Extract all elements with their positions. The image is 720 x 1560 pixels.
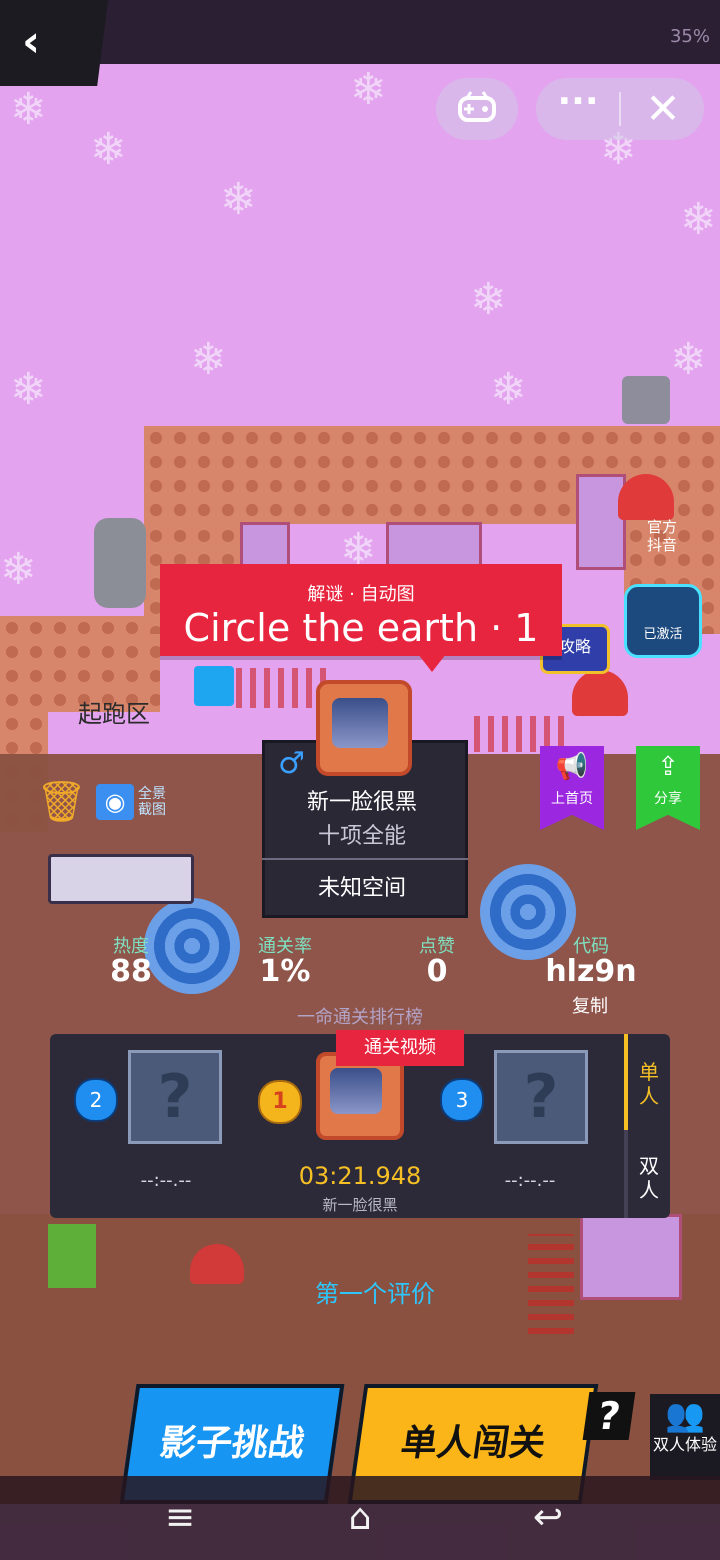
creator-name[interactable]: 新一脸很黑 bbox=[262, 784, 462, 816]
more-icon[interactable]: ··· bbox=[556, 84, 600, 128]
level-title: Circle the earth · 1 bbox=[183, 606, 539, 650]
stat-clear-rate-value: 1% bbox=[259, 954, 311, 989]
back-nav-icon[interactable]: ↩ bbox=[508, 1478, 588, 1558]
male-icon: ♂ bbox=[278, 746, 305, 781]
camera-icon[interactable]: ◉ bbox=[96, 784, 134, 820]
rank-3-badge: 3 bbox=[440, 1078, 484, 1122]
duo-experience-label: 双人体验 bbox=[652, 1435, 717, 1454]
megaphone-icon: 📢 bbox=[555, 752, 589, 782]
creator-world[interactable]: 未知空间 bbox=[262, 870, 462, 902]
rank-3-time: --:--.-- bbox=[504, 1170, 556, 1191]
home-icon[interactable]: ⌂ bbox=[320, 1478, 400, 1558]
rank-2-badge: 2 bbox=[74, 1078, 118, 1122]
tab-two-player[interactable]: 双人 bbox=[632, 1154, 666, 1202]
gamepad-icon bbox=[458, 91, 496, 122]
rank-2-time: --:--.-- bbox=[140, 1170, 192, 1191]
duo-experience-button[interactable]: 👥 双人体验 bbox=[650, 1394, 720, 1480]
rank-1-medal: 1 bbox=[258, 1080, 302, 1124]
rank-1-name: 新一脸很黑 bbox=[322, 1196, 398, 1214]
share-icon: ⇪ bbox=[657, 752, 679, 782]
creator-card-divider bbox=[262, 858, 468, 860]
rank-3-empty-avatar: ? bbox=[494, 1050, 588, 1144]
first-review-link[interactable]: 第一个评价 bbox=[260, 1274, 490, 1309]
creator-title: 十项全能 bbox=[317, 824, 406, 849]
tab-single-player[interactable]: 单人 bbox=[632, 1060, 666, 1108]
official-douyin-label[interactable]: 官方抖音 bbox=[640, 518, 684, 554]
recent-apps-icon[interactable]: ≡ bbox=[140, 1478, 220, 1558]
help-button[interactable]: ? bbox=[582, 1392, 636, 1440]
status-bar bbox=[0, 0, 720, 64]
creator-avatar[interactable] bbox=[316, 680, 412, 776]
trash-icon[interactable]: 🗑 bbox=[36, 782, 87, 822]
clear-video-button[interactable]: 通关视频 bbox=[336, 1030, 464, 1066]
share-label: 分享 bbox=[654, 791, 682, 807]
two-people-icon: 👥 bbox=[665, 1396, 705, 1434]
rank-1-time: 03:21.948 bbox=[298, 1162, 422, 1190]
rank-2-empty-avatar: ? bbox=[128, 1050, 222, 1144]
panorama-screenshot-label[interactable]: 全景截图 bbox=[138, 786, 178, 818]
leaderboard-title: 一命通关排行榜 bbox=[297, 1007, 423, 1028]
activated-badge: 已激活 bbox=[624, 584, 702, 658]
gamepad-button[interactable] bbox=[436, 78, 518, 140]
battery-indicator: 35% bbox=[669, 26, 710, 47]
banner-pointer bbox=[418, 654, 446, 672]
promote-home-label: 上首页 bbox=[551, 791, 593, 807]
copy-code-button[interactable]: 复制 bbox=[540, 992, 640, 1018]
stat-heat-value: 88 bbox=[110, 954, 152, 989]
mode-active-indicator bbox=[624, 1034, 628, 1130]
back-arrow-icon[interactable]: ‹ bbox=[22, 20, 62, 64]
stat-likes-value: 0 bbox=[426, 954, 448, 989]
stat-code-value: hlz9n bbox=[545, 954, 637, 989]
close-icon[interactable]: ✕ bbox=[640, 86, 686, 132]
start-zone-label: 起跑区 bbox=[78, 700, 150, 728]
level-tags: 解谜 · 自动图 bbox=[307, 584, 415, 605]
capsule-divider bbox=[619, 92, 621, 126]
